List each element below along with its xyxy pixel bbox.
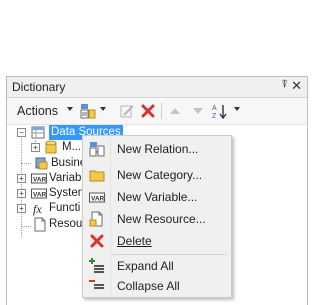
toolbar-separator <box>161 103 162 119</box>
tree-item-label: M... <box>62 141 82 153</box>
close-icon[interactable]: ✕ <box>291 78 302 94</box>
svg-text:fx: fx <box>33 202 42 216</box>
menu-item-label: New Category... <box>117 168 203 182</box>
tree-item-label: Functi <box>49 202 81 214</box>
resources-icon <box>34 217 46 232</box>
menu-item-label: Expand All <box>117 259 174 273</box>
new-item-icon[interactable] <box>80 103 96 119</box>
new-resource-icon <box>89 211 103 227</box>
menu-item-delete[interactable]: Delete <box>85 230 229 252</box>
new-category-icon <box>89 170 105 182</box>
business-objects-icon <box>35 157 48 170</box>
database-icon <box>45 140 57 154</box>
menu-item-label: New Resource... <box>117 212 206 226</box>
variables-icon: VAR <box>31 173 47 184</box>
svg-text:VAR: VAR <box>91 196 105 203</box>
svg-text:VAR: VAR <box>33 192 47 199</box>
menu-item-label: Delete <box>117 234 152 248</box>
collapse-icon[interactable]: − <box>17 128 26 137</box>
menu-item-label: New Variable... <box>117 190 198 204</box>
new-item-dropdown-arrow-icon[interactable] <box>100 107 106 111</box>
edit-icon[interactable] <box>119 103 135 119</box>
panel-titlebar: Dictionary ⍒ ✕ <box>7 77 307 98</box>
menu-item-label: Collapse All <box>117 279 180 293</box>
expand-icon[interactable]: + <box>17 174 26 183</box>
svg-text:Z: Z <box>212 113 217 119</box>
actions-menu-button[interactable]: Actions <box>17 104 58 118</box>
panel-title: Dictionary <box>12 80 66 94</box>
svg-text:A: A <box>212 105 217 112</box>
menu-item-expand-all[interactable]: Expand All <box>85 255 229 277</box>
menu-item-collapse-all[interactable]: Collapse All <box>85 275 229 297</box>
new-relation-icon <box>89 142 105 157</box>
sort-dropdown-arrow-icon[interactable] <box>234 107 240 111</box>
actions-dropdown-arrow-icon[interactable] <box>67 107 73 111</box>
menu-item-label: New Relation... <box>117 142 199 156</box>
system-variables-icon: VAR <box>31 188 47 199</box>
data-sources-icon <box>31 126 45 139</box>
collapse-all-icon <box>89 280 104 289</box>
dictionary-toolbar: Actions A Z <box>7 98 307 125</box>
context-menu: New Relation... New Category... VAR New … <box>82 135 232 298</box>
tree-item-label: Systen <box>49 187 85 199</box>
svg-text:VAR: VAR <box>33 177 47 184</box>
move-down-icon[interactable] <box>190 103 206 119</box>
expand-icon[interactable]: + <box>17 204 26 213</box>
expand-icon[interactable]: + <box>31 143 40 152</box>
menu-item-new-relation[interactable]: New Relation... <box>85 138 229 160</box>
new-variable-icon: VAR <box>89 192 105 203</box>
expand-all-icon <box>89 258 104 273</box>
tree-item-label: Busine <box>51 157 87 169</box>
menu-item-new-category[interactable]: New Category... <box>85 164 229 186</box>
menu-item-new-variable[interactable]: VAR New Variable... <box>85 186 229 208</box>
move-up-icon[interactable] <box>167 103 183 119</box>
tree-item-label: Resou <box>49 218 83 230</box>
tree-item-label: Variab <box>49 172 82 184</box>
menu-item-new-resource[interactable]: New Resource... <box>85 208 229 230</box>
pin-icon[interactable]: ⍒ <box>281 79 288 92</box>
delete-icon <box>90 234 104 248</box>
expand-icon[interactable]: + <box>17 189 26 198</box>
functions-icon: fx <box>33 202 42 216</box>
delete-icon[interactable] <box>140 103 156 119</box>
sort-icon[interactable]: A Z <box>212 103 228 119</box>
